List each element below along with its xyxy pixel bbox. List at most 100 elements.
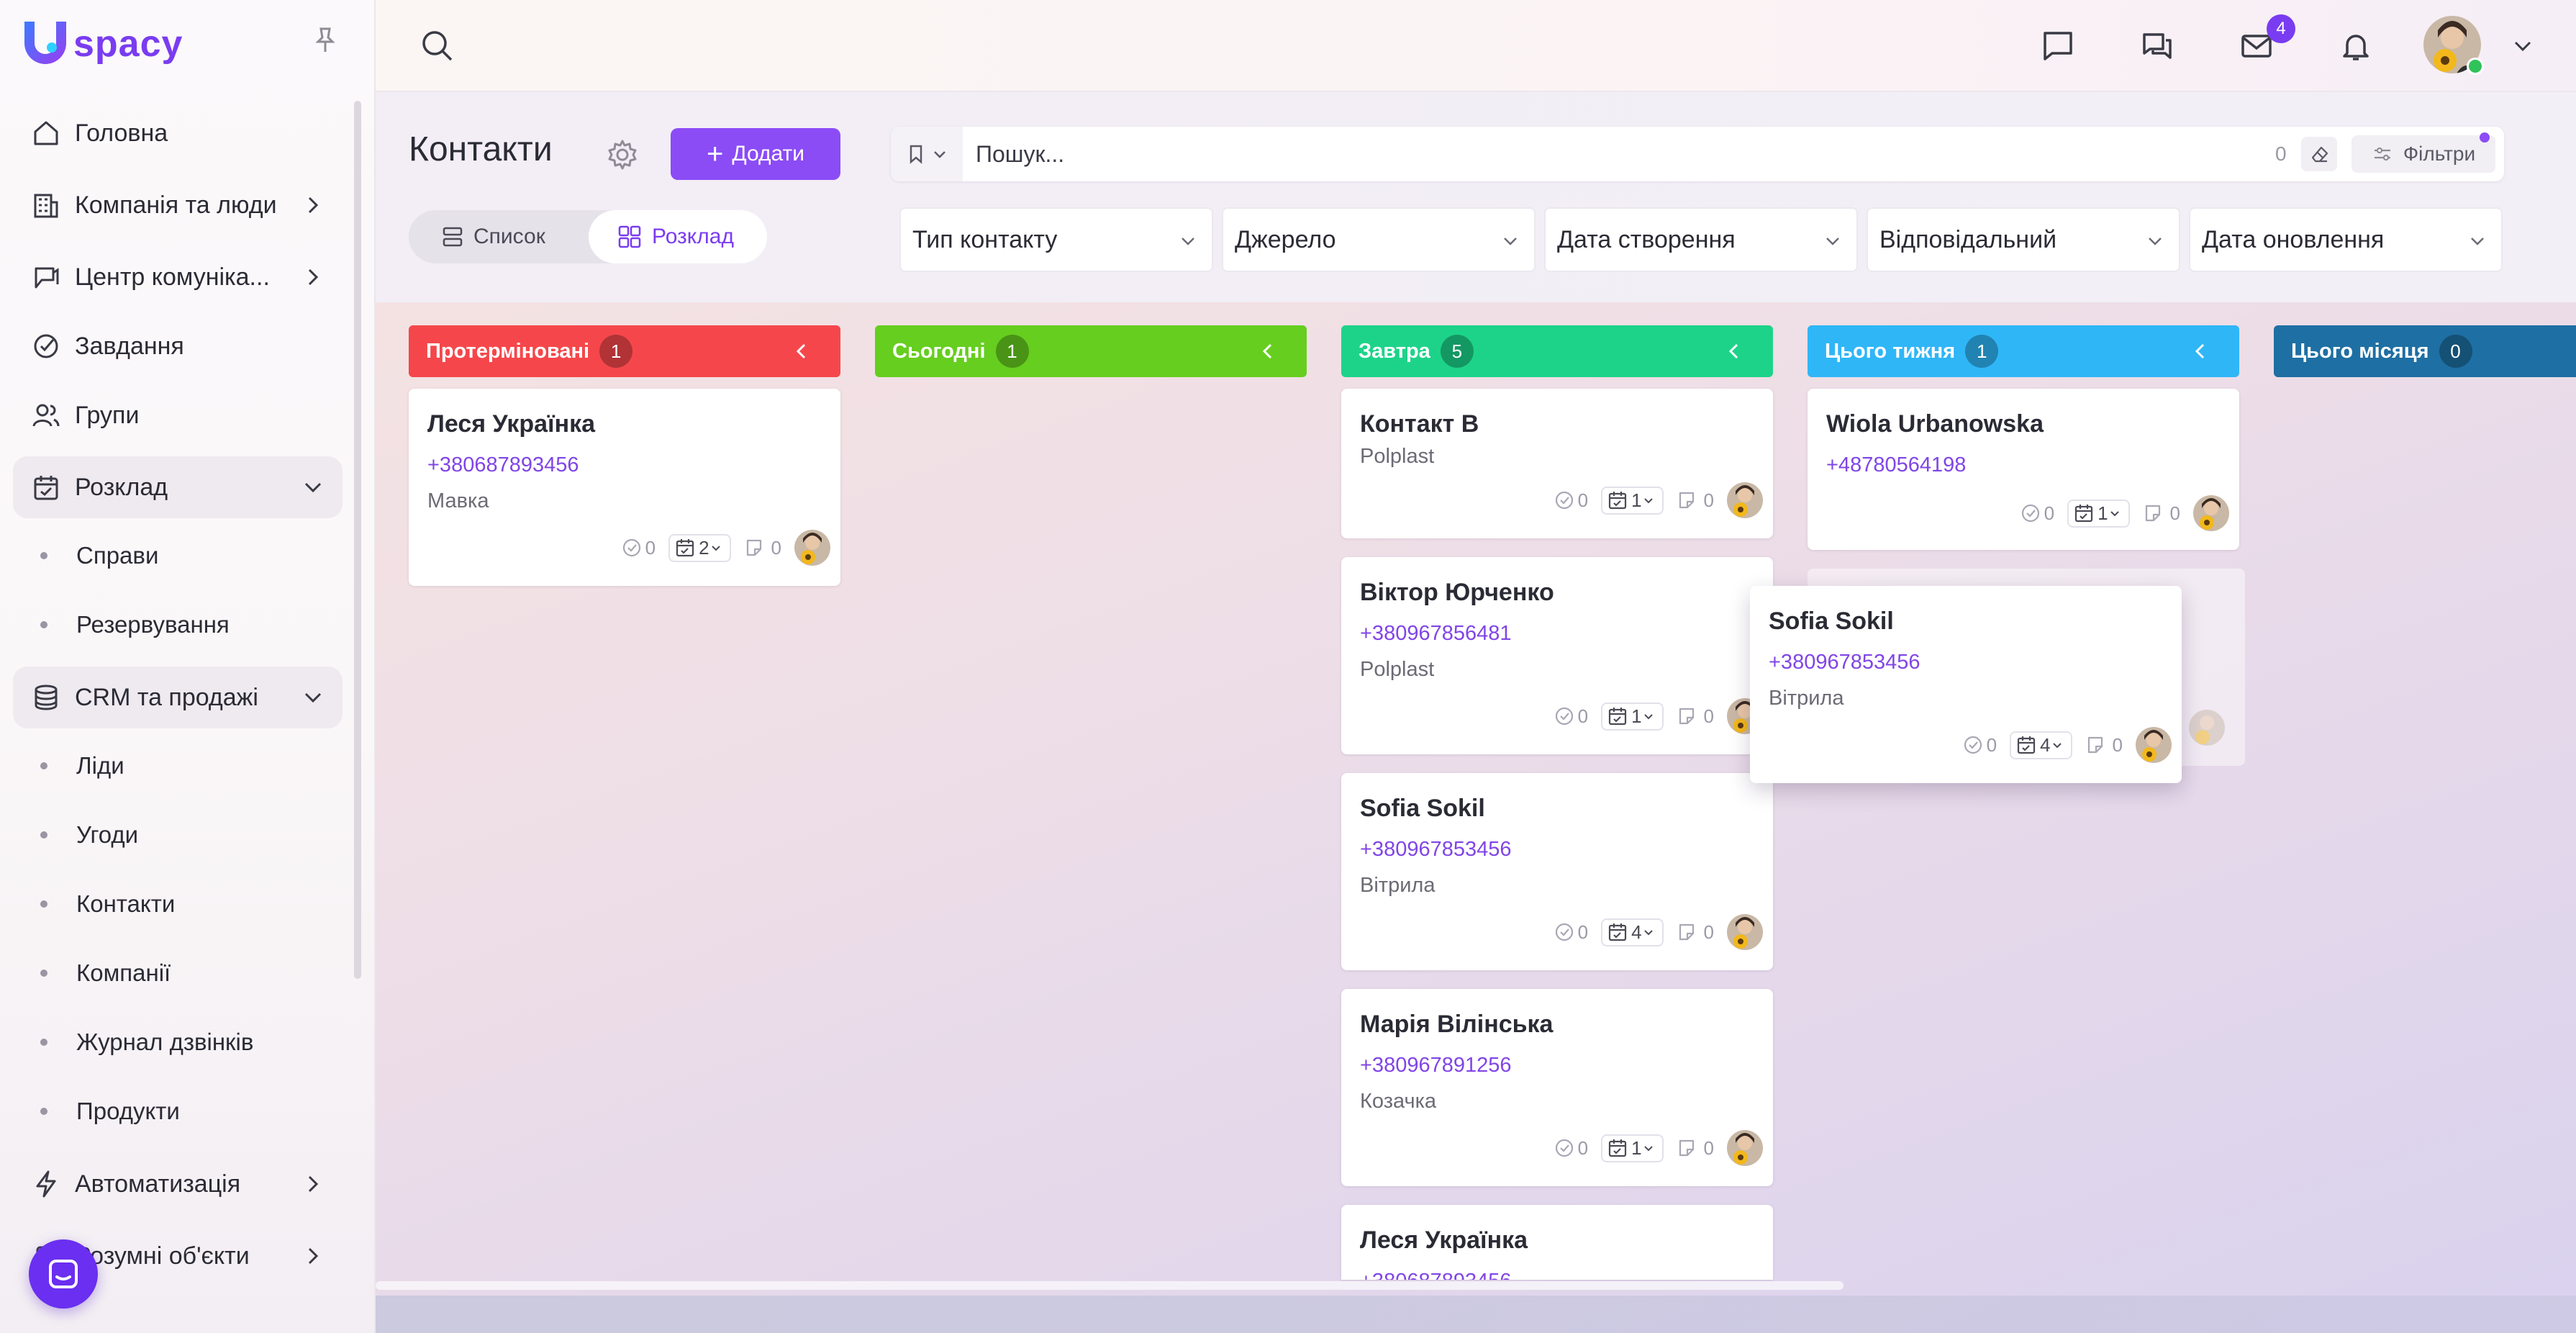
contact-card[interactable]: Wiola Urbanowska +48780564198 0 1 0: [1808, 389, 2239, 550]
notes-count[interactable]: 0: [2085, 734, 2123, 756]
filter-responsible[interactable]: Відповідальний: [1867, 207, 2180, 272]
chevron-down-icon[interactable]: [2503, 26, 2543, 66]
search-icon[interactable]: [417, 26, 458, 66]
view-board-button[interactable]: Розклад: [589, 210, 767, 263]
contact-phone[interactable]: +380687893456: [1360, 1270, 1511, 1280]
chevron-left-icon[interactable]: [1724, 341, 1744, 361]
column-header-this-week[interactable]: Цього тижня 1: [1808, 325, 2239, 377]
sidebar-scrollbar[interactable]: [354, 101, 361, 979]
contact-phone[interactable]: +380967853456: [1360, 838, 1511, 862]
contact-phone[interactable]: +380967891256: [1360, 1054, 1511, 1077]
contact-phone[interactable]: +380967853456: [1769, 651, 1920, 674]
contact-card[interactable]: Sofia Sokil +380967853456 Вітрила 0 4 0: [1341, 773, 1773, 970]
column-header-this-month[interactable]: Цього місяця 0: [2274, 325, 2576, 377]
logo[interactable]: spacy: [20, 19, 183, 69]
events-dropdown[interactable]: 1: [1601, 1134, 1664, 1162]
chat-widget-button[interactable]: [29, 1239, 98, 1309]
messages-icon[interactable]: [2137, 26, 2177, 66]
sidebar-sub-products[interactable]: Продукти: [40, 1090, 180, 1133]
filters-button[interactable]: Фільтри: [2351, 135, 2495, 173]
sidebar-sub-call-log[interactable]: Журнал дзвінків: [40, 1021, 253, 1064]
contact-card[interactable]: Леся Українка +380687893456 Мавка 0 2 0: [409, 389, 840, 586]
tasks-count-value: 0: [2044, 502, 2055, 524]
sidebar-sub-cases[interactable]: Справи: [40, 534, 158, 577]
events-dropdown[interactable]: 2: [668, 533, 731, 562]
sidebar-item-automation[interactable]: Автоматизація: [13, 1153, 343, 1215]
chevron-left-icon[interactable]: [1258, 341, 1278, 361]
owner-avatar[interactable]: [1727, 914, 1763, 950]
notes-count[interactable]: 0: [744, 537, 781, 559]
card-meta: 0 1 0: [1554, 1130, 1763, 1166]
tasks-count[interactable]: 0: [1554, 1137, 1588, 1160]
events-dropdown[interactable]: 4: [2010, 731, 2072, 759]
note-icon: [1679, 923, 1694, 941]
chevron-down-icon: [1643, 1146, 1653, 1152]
owner-avatar[interactable]: [794, 530, 830, 566]
contact-phone[interactable]: +48780564198: [1826, 453, 1966, 477]
filter-updated-date[interactable]: Дата оновлення: [2189, 207, 2503, 272]
owner-avatar[interactable]: [1727, 1130, 1763, 1166]
notes-count[interactable]: 0: [1677, 489, 1714, 512]
column-header-tomorrow[interactable]: Завтра 5: [1341, 325, 1773, 377]
notes-count[interactable]: 0: [2143, 502, 2180, 525]
column-header-overdue[interactable]: Протерміновані 1: [409, 325, 840, 377]
search-input[interactable]: Пошук...: [976, 127, 1064, 181]
bullet-dot: [40, 1108, 47, 1115]
notes-count[interactable]: 0: [1677, 1137, 1714, 1160]
column-title: Сьогодні: [892, 339, 986, 363]
chat-icon[interactable]: [2038, 26, 2078, 66]
gear-icon[interactable]: [604, 137, 640, 173]
eraser-icon[interactable]: [2301, 137, 2337, 171]
board-horizontal-scrollbar[interactable]: [376, 1281, 1843, 1290]
dragging-contact-card[interactable]: Sofia Sokil +380967853456 Вітрила 0 4 0: [1750, 586, 2182, 783]
contact-card[interactable]: Леся Українка +380687893456: [1341, 1205, 1773, 1280]
events-dropdown[interactable]: 1: [1601, 702, 1664, 731]
filter-created-date[interactable]: Дата створення: [1544, 207, 1858, 272]
owner-avatar[interactable]: [1727, 482, 1763, 518]
tasks-count[interactable]: 0: [2020, 502, 2054, 525]
sidebar-item-schedule[interactable]: Розклад: [13, 456, 343, 518]
filter-source[interactable]: Джерело: [1222, 207, 1536, 272]
events-dropdown[interactable]: 4: [1601, 918, 1664, 946]
events-dropdown[interactable]: 1: [1601, 486, 1664, 515]
chevron-left-icon[interactable]: [792, 341, 812, 361]
view-list-button[interactable]: Список: [440, 210, 584, 263]
bell-icon[interactable]: [2336, 26, 2376, 66]
check-circle-icon: [27, 327, 65, 365]
notes-count[interactable]: 0: [1677, 705, 1714, 728]
events-dropdown[interactable]: 1: [2067, 499, 2130, 528]
tasks-count[interactable]: 0: [1554, 489, 1588, 512]
sidebar-item-company[interactable]: Компанія та люди: [13, 174, 343, 236]
sidebar-item-communication[interactable]: Центр комуніка...: [13, 246, 343, 308]
sidebar-sub-companies[interactable]: Компанії: [40, 952, 171, 995]
contact-phone[interactable]: +380687893456: [427, 453, 579, 477]
tasks-count[interactable]: 0: [1962, 734, 1997, 756]
sidebar-sub-deals[interactable]: Угоди: [40, 813, 138, 857]
tasks-count[interactable]: 0: [1554, 705, 1588, 728]
pin-icon[interactable]: [312, 26, 338, 55]
saved-search-dropdown[interactable]: [891, 127, 963, 181]
tasks-count[interactable]: 0: [621, 537, 656, 559]
owner-avatar[interactable]: [2193, 495, 2229, 531]
contact-card[interactable]: Контакт В Polplast 0 1 0: [1341, 389, 1773, 538]
sidebar-sub-contacts[interactable]: Контакти: [40, 882, 175, 926]
sidebar-sub-reservation[interactable]: Резервування: [40, 603, 230, 646]
sidebar-sub-leads[interactable]: Ліди: [40, 744, 124, 787]
contact-phone[interactable]: +380967856481: [1360, 622, 1511, 646]
column-header-today[interactable]: Сьогодні 1: [875, 325, 1307, 377]
owner-avatar[interactable]: [2136, 727, 2172, 763]
bullet-dot: [40, 900, 47, 908]
contact-card[interactable]: Віктор Юрченко +380967856481 Polplast 0 …: [1341, 557, 1773, 754]
filter-contact-type[interactable]: Тип контакту: [899, 207, 1213, 272]
sidebar-item-crm[interactable]: CRM та продажі: [13, 666, 343, 728]
column-count-badge: 1: [1965, 335, 1999, 368]
chevron-left-icon[interactable]: [2190, 341, 2210, 361]
notes-count[interactable]: 0: [1677, 921, 1714, 944]
tasks-count[interactable]: 0: [1554, 921, 1588, 944]
contact-name: Контакт В: [1360, 410, 1479, 438]
sidebar-item-tasks[interactable]: Завдання: [13, 315, 343, 377]
contact-card[interactable]: Марія Вілінська +380967891256 Козачка 0 …: [1341, 989, 1773, 1186]
sidebar-item-groups[interactable]: Групи: [13, 384, 343, 446]
sidebar-item-home[interactable]: Головна: [13, 102, 343, 164]
add-button[interactable]: + Додати: [671, 128, 840, 180]
